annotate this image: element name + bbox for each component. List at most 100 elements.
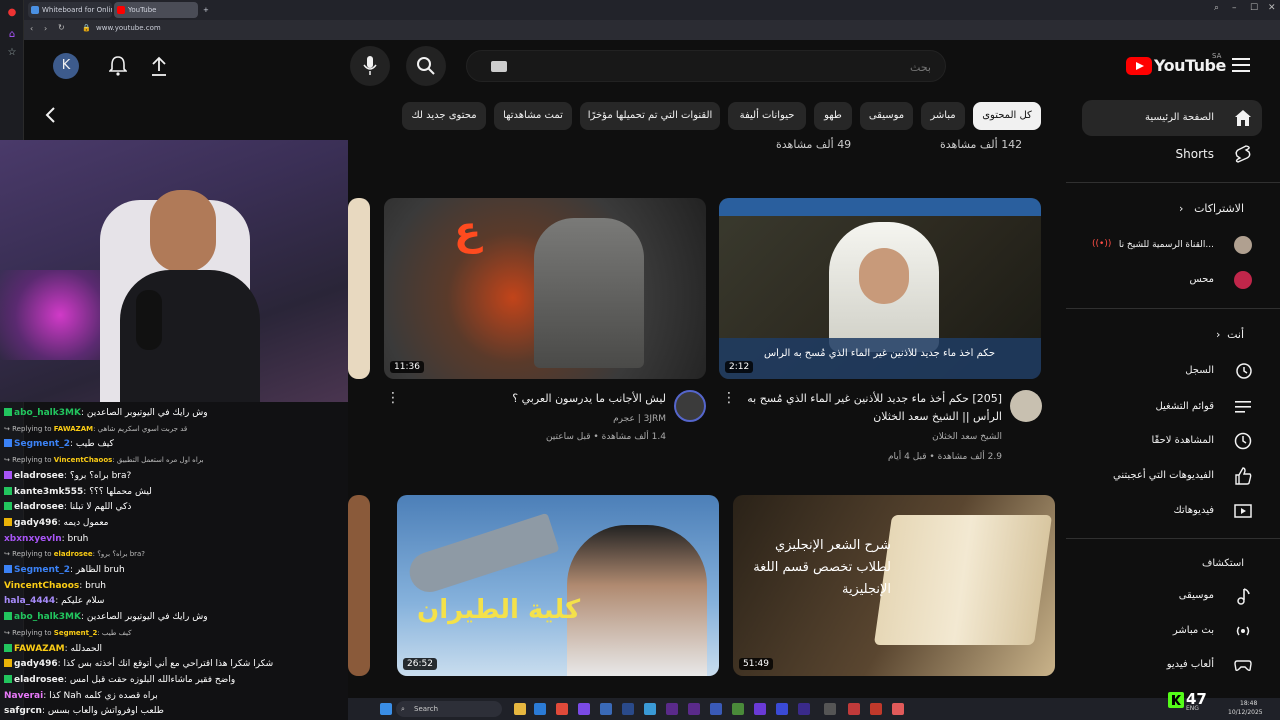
app-icon[interactable]	[600, 703, 612, 715]
video-thumbnail-partial[interactable]	[348, 495, 370, 676]
after-effects-icon[interactable]	[666, 703, 678, 715]
youtube-favicon-icon	[117, 6, 125, 14]
video-title[interactable]: ليش الأجانب ما يدرسون العربي ؟	[404, 390, 666, 408]
video-thumbnail[interactable]: شرح الشعر الإنجليزي لطلاب تخصص قسم اللغة…	[733, 495, 1055, 676]
app-icon[interactable]	[732, 703, 744, 715]
more-options-icon[interactable]: ⋮	[386, 390, 400, 406]
guide-liked-videos[interactable]: الفيديوهات التي أعجبتني	[1082, 458, 1262, 494]
maximize-icon[interactable]: ☐	[1250, 3, 1258, 13]
account-avatar[interactable]: K	[53, 53, 79, 79]
home-icon[interactable]: ⌂	[5, 28, 19, 42]
chat-username[interactable]: abo_halk3MK	[14, 612, 81, 622]
chat-username[interactable]: safgrcn	[4, 706, 42, 716]
search-input[interactable]	[491, 57, 931, 77]
more-options-icon[interactable]: ⋮	[722, 390, 736, 406]
chat-username[interactable]: FAWAZAM	[54, 425, 93, 433]
back-icon[interactable]: ‹	[30, 24, 33, 33]
subscriptions-header[interactable]: الاشتراكات	[1194, 202, 1244, 215]
new-tab-button[interactable]: +	[200, 2, 214, 18]
chip-pets[interactable]: حيوانات أليفة	[728, 102, 806, 130]
menu-icon[interactable]	[1232, 58, 1250, 72]
chat-username[interactable]: kante3mk555	[14, 487, 83, 497]
chips-prev-icon[interactable]	[44, 106, 58, 124]
music-note-icon	[1237, 588, 1250, 605]
voice-search-button[interactable]	[350, 46, 390, 86]
url-field[interactable]: www.youtube.com	[96, 24, 161, 32]
reload-icon[interactable]: ↻	[58, 23, 65, 32]
tab-youtube[interactable]: YouTube	[114, 2, 198, 18]
app-icon[interactable]	[776, 703, 788, 715]
chat-username[interactable]: Segment_2	[14, 565, 70, 575]
guide-gaming[interactable]: ألعاب فيديو	[1082, 647, 1262, 683]
guide-playlists[interactable]: قوائم التشغيل	[1082, 389, 1262, 425]
app-icon[interactable]	[870, 703, 882, 715]
search-button[interactable]	[406, 46, 446, 86]
vscode-icon[interactable]	[534, 703, 546, 715]
brave-icon[interactable]	[556, 703, 568, 715]
visual-studio-icon[interactable]	[578, 703, 590, 715]
guide-history[interactable]: السجل	[1082, 353, 1262, 389]
chat-username[interactable]: eladrosee	[14, 675, 64, 685]
windows-start-icon[interactable]	[380, 703, 392, 715]
app-icon[interactable]	[824, 703, 836, 715]
video-thumbnail[interactable]: ع 11:36	[384, 198, 706, 379]
chip-watched[interactable]: تمت مشاهدتها	[494, 102, 572, 130]
forward-icon[interactable]: ›	[44, 24, 47, 33]
file-explorer-icon[interactable]	[514, 703, 526, 715]
guide-music[interactable]: موسيقى	[1082, 578, 1262, 614]
upload-icon[interactable]	[151, 56, 167, 76]
app-icon[interactable]	[644, 703, 656, 715]
bookmark-icon[interactable]: ☆	[5, 46, 19, 60]
guide-live[interactable]: بث مباشر	[1082, 613, 1262, 649]
chat-username[interactable]: eladrosee	[54, 550, 93, 558]
chat-username[interactable]: abo_halk3MK	[14, 408, 81, 418]
photoshop-icon[interactable]	[622, 703, 634, 715]
channel-avatar[interactable]	[1010, 390, 1042, 422]
video-title[interactable]: [205] حكم أخذ ماء جديد للأذنين غير الماء…	[736, 390, 1002, 426]
notifications-bell-icon[interactable]	[109, 56, 127, 76]
video-thumbnail-partial[interactable]	[348, 198, 370, 379]
chat-username[interactable]: VincentChaoos	[4, 581, 79, 591]
guide-watch-later[interactable]: المشاهدة لاحقًا	[1082, 423, 1262, 459]
chat-username[interactable]: gady496	[14, 518, 58, 528]
after-effects-icon[interactable]	[688, 703, 700, 715]
channel-avatar[interactable]	[674, 390, 706, 422]
chip-music[interactable]: موسيقى	[860, 102, 913, 130]
chip-recently-uploaded[interactable]: القنوات التي تم تحميلها مؤخرًا	[580, 102, 720, 130]
chat-username[interactable]: eladrosee	[14, 502, 64, 512]
guide-shorts[interactable]: Shorts	[1082, 136, 1262, 172]
premiere-icon[interactable]	[798, 703, 810, 715]
close-window-icon[interactable]: ✕	[1268, 3, 1276, 13]
app-icon[interactable]	[892, 703, 904, 715]
chat-username[interactable]: FAWAZAM	[14, 644, 65, 654]
chip-new-to-you[interactable]: محتوى جديد لك	[402, 102, 486, 130]
chip-cooking[interactable]: طهو	[814, 102, 852, 130]
chat-username[interactable]: VincentChaoos	[54, 456, 113, 464]
search-tabs-icon[interactable]: ⌕	[1214, 3, 1219, 13]
you-header[interactable]: أنت	[1227, 328, 1244, 341]
media-encoder-icon[interactable]	[710, 703, 722, 715]
chat-username[interactable]: Naverai	[4, 691, 43, 701]
subscription-channel-2[interactable]: محس	[1082, 262, 1262, 298]
youtube-logo[interactable]: YouTube	[1126, 56, 1226, 76]
taskbar-search[interactable]: ⌕ Search	[396, 701, 502, 717]
chat-username[interactable]: Segment_2	[14, 439, 70, 449]
chat-username[interactable]: Segment_2	[54, 629, 98, 637]
video-thumbnail[interactable]: كلية الطيران 26:52	[397, 495, 719, 676]
guide-your-videos[interactable]: فيديوهاتك	[1082, 493, 1262, 529]
app-icon[interactable]	[754, 703, 766, 715]
tab-whiteboard[interactable]: Whiteboard for Online Co	[28, 2, 112, 18]
chat-username[interactable]: eladrosee	[14, 471, 64, 481]
chat-username[interactable]: xbxnxyevln	[4, 534, 62, 544]
chip-live[interactable]: مباشر	[921, 102, 965, 130]
chat-username[interactable]: gady496	[14, 659, 58, 669]
minimize-icon[interactable]: –	[1232, 3, 1237, 13]
channel-name[interactable]: الشيخ سعد الخثلان	[736, 432, 1002, 442]
video-thumbnail[interactable]: حكم أخذ ماء جديد للأذنين غير الماء الذي …	[719, 198, 1041, 379]
chat-username[interactable]: hala_4444	[4, 596, 55, 606]
chip-all[interactable]: كل المحتوى	[973, 102, 1041, 130]
opera-logo-icon[interactable]: ●	[5, 6, 19, 20]
opera-icon[interactable]	[848, 703, 860, 715]
channel-name[interactable]: 3JRM | عجرم	[404, 414, 666, 424]
guide-home[interactable]: الصفحة الرئيسية	[1082, 100, 1262, 136]
